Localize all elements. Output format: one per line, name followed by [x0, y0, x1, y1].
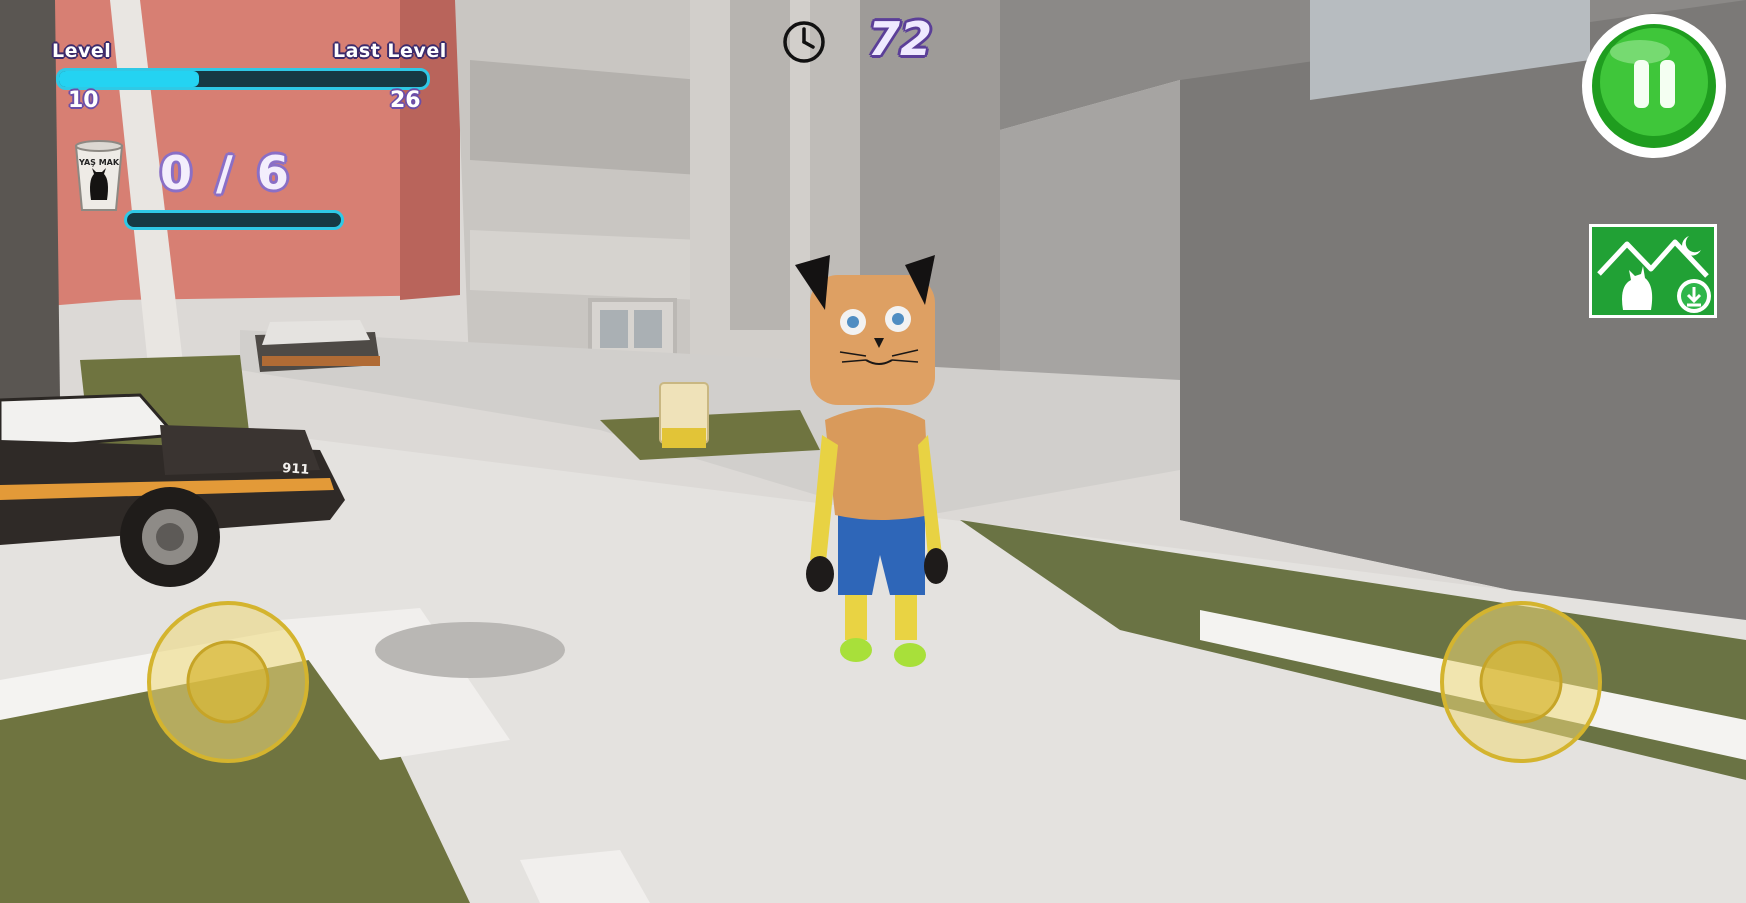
move-joystick[interactable] — [146, 600, 310, 764]
level-label: Level — [52, 40, 112, 62]
last-level-label: Last Level — [333, 40, 447, 62]
level-progress-bar — [56, 68, 430, 90]
current-level-number: 10 — [68, 88, 99, 113]
timer-value: 72 — [868, 12, 933, 66]
game-scene: 911 — [0, 0, 1746, 903]
home-button[interactable] — [1589, 224, 1717, 318]
collected-counter: 0 / 6 — [160, 146, 293, 200]
cup-label: YAŞ MAK — [78, 158, 120, 167]
car-plate: 911 — [282, 461, 310, 478]
pause-button[interactable] — [1580, 12, 1728, 160]
collectible-item — [659, 382, 709, 448]
level-progress-fill — [59, 71, 199, 87]
collect-progress-bar — [124, 210, 344, 230]
download-icon — [1677, 279, 1711, 313]
last-level-number: 26 — [390, 88, 421, 113]
move-joystick-knob — [186, 640, 270, 724]
cup-icon: YAŞ MAK — [74, 140, 124, 214]
camera-joystick-knob — [1479, 640, 1563, 724]
parked-car-back — [255, 320, 380, 372]
clock-icon — [782, 20, 826, 64]
camera-joystick[interactable] — [1439, 600, 1603, 764]
